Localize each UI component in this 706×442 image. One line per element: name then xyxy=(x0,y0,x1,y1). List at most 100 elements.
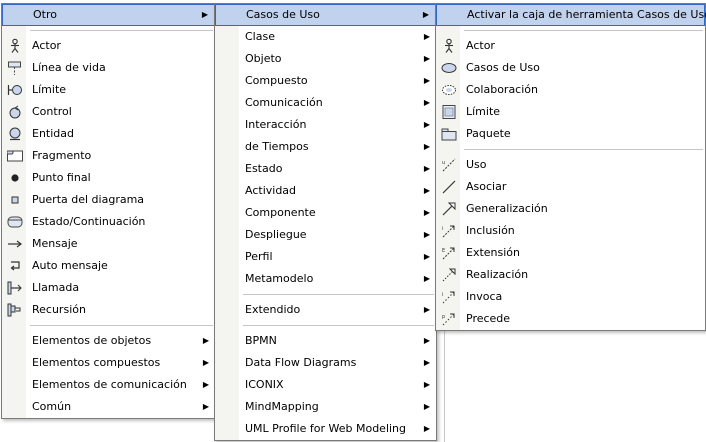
menu-item-linea-de-vida[interactable]: Línea de vida xyxy=(2,57,215,79)
menu-caja-herramienta: Activar la caja de herramienta Casos de … xyxy=(435,3,706,331)
menu-item-label: Casos de Uso xyxy=(246,8,320,21)
menu-item-label: Otro xyxy=(33,8,57,21)
menu-otro: Otro ▶ Actor Línea de vida Límite Control En… xyxy=(1,3,216,419)
menu-item-llamada[interactable]: Llamada xyxy=(2,277,215,299)
svg-text:i: i xyxy=(442,226,443,232)
menu-item-extendido[interactable]: Extendido ▶ xyxy=(215,299,436,321)
activate-toolbox-item[interactable]: Activar la caja de herramienta Casos de … xyxy=(436,4,706,26)
menu-item-puerta-del-diagrama[interactable]: Puerta del diagrama xyxy=(2,189,215,211)
submenu-arrow-icon: ▶ xyxy=(202,380,209,389)
menu-item-casos-de-uso[interactable]: Casos de Uso xyxy=(436,57,705,79)
menu-item-componente[interactable]: Componente ▶ xyxy=(215,202,436,224)
menu-item-label: Límite xyxy=(32,83,67,96)
entity-icon xyxy=(7,126,23,142)
menu-item-label: Recursión xyxy=(32,303,86,316)
menu-item-limite[interactable]: Límite xyxy=(436,101,705,123)
submenu-arrow-icon: ▶ xyxy=(423,336,430,345)
submenu-arrow-icon: ▶ xyxy=(423,358,430,367)
use-case-ellipse-icon xyxy=(441,60,457,76)
menu-item-label: Invoca xyxy=(466,290,503,303)
menu-item-label: Estado xyxy=(245,162,283,175)
menu-separator xyxy=(30,325,213,326)
menu-item-label: ICONIX xyxy=(245,378,284,391)
menu-item-paquete[interactable]: Paquete xyxy=(436,123,705,145)
submenu-arrow-icon: ▶ xyxy=(423,76,430,85)
menu-item-limite[interactable]: Límite xyxy=(2,79,215,101)
control-icon xyxy=(7,104,23,120)
submenu-arrow-icon: ▶ xyxy=(202,358,209,367)
menu-item-clase[interactable]: Clase ▶ xyxy=(215,26,436,48)
svg-text:p: p xyxy=(442,314,445,320)
menu-item-elementos-de-comunicacion[interactable]: Elementos de comunicación ▶ xyxy=(2,374,215,396)
menu-item-actividad[interactable]: Actividad ▶ xyxy=(215,180,436,202)
submenu-arrow-icon: ▶ xyxy=(423,186,430,195)
extend-arrow-icon: E xyxy=(441,245,457,261)
menu-item-mindmapping[interactable]: MindMapping ▶ xyxy=(215,396,436,418)
menu-item-label: Puerta del diagrama xyxy=(32,193,145,206)
menu-item-actor[interactable]: Actor xyxy=(436,35,705,57)
menu-item-mensaje[interactable]: Mensaje xyxy=(2,233,215,255)
menu-item-auto-mensaje[interactable]: Auto mensaje xyxy=(2,255,215,277)
menu-item-punto-final[interactable]: Punto final xyxy=(2,167,215,189)
menu-item-de-tiempos[interactable]: de Tiempos ▶ xyxy=(215,136,436,158)
menu-item-asociar[interactable]: Asociar xyxy=(436,176,705,198)
menu-item-generalizacion[interactable]: Generalización xyxy=(436,198,705,220)
collaboration-icon xyxy=(441,82,457,98)
menu-item-comunicacion[interactable]: Comunicación ▶ xyxy=(215,92,436,114)
submenu-arrow-icon: ▶ xyxy=(422,10,429,19)
menu-item-elementos-compuestos[interactable]: Elementos compuestos ▶ xyxy=(2,352,215,374)
menu-item-colaboracion[interactable]: Colaboración xyxy=(436,79,705,101)
menu-item-precede[interactable]: p Precede xyxy=(436,308,705,330)
menu-item-recursion[interactable]: Recursión xyxy=(2,299,215,321)
self-message-icon xyxy=(7,258,23,274)
menu-item-elementos-de-objetos[interactable]: Elementos de objetos ▶ xyxy=(2,330,215,352)
menu-item-fragmento[interactable]: Fragmento xyxy=(2,145,215,167)
submenu-arrow-icon: ▶ xyxy=(423,120,430,129)
menu-item-label: Objeto xyxy=(245,52,282,65)
realization-arrow-icon xyxy=(441,267,457,283)
menu-item-label: Punto final xyxy=(32,171,91,184)
menu-item-label: Paquete xyxy=(466,127,511,140)
menu-item-casos-de-uso[interactable]: Casos de Uso ▶ xyxy=(215,4,436,26)
menu-item-label: Elementos compuestos xyxy=(32,356,161,369)
menu-item-label: Asociar xyxy=(466,180,507,193)
menu-item-estado-continuacion[interactable]: Estado/Continuación xyxy=(2,211,215,233)
menu-item-entidad[interactable]: Entidad xyxy=(2,123,215,145)
menu-item-metamodelo[interactable]: Metamodelo ▶ xyxy=(215,268,436,290)
submenu-arrow-icon: ▶ xyxy=(423,402,430,411)
menu-item-despliegue[interactable]: Despliegue ▶ xyxy=(215,224,436,246)
menu-item-label: Elementos de comunicación xyxy=(32,378,187,391)
menu-item-comun[interactable]: Común ▶ xyxy=(2,396,215,418)
generalization-arrow-icon xyxy=(441,201,457,217)
menu-item-label: de Tiempos xyxy=(245,140,309,153)
menu-item-uso[interactable]: u Uso xyxy=(436,154,705,176)
menu-item-label: Extendido xyxy=(245,303,301,316)
svg-text:u: u xyxy=(442,160,445,166)
menu-item-interaccion[interactable]: Interacción ▶ xyxy=(215,114,436,136)
menu-item-invoca[interactable]: i Invoca xyxy=(436,286,705,308)
menu-item-estado[interactable]: Estado ▶ xyxy=(215,158,436,180)
menu-item-label: Actor xyxy=(32,39,61,52)
submenu-arrow-icon: ▶ xyxy=(202,336,209,345)
menu-item-control[interactable]: Control xyxy=(2,101,215,123)
menu-item-extension[interactable]: E Extensión xyxy=(436,242,705,264)
menu-item-label: Estado/Continuación xyxy=(32,215,146,228)
submenu-arrow-icon: ▶ xyxy=(423,142,430,151)
menu-item-otro[interactable]: Otro ▶ xyxy=(2,4,215,26)
menu-item-iconix[interactable]: ICONIX ▶ xyxy=(215,374,436,396)
menu-item-bpmn[interactable]: BPMN ▶ xyxy=(215,330,436,352)
menu-item-data-flow-diagrams[interactable]: Data Flow Diagrams ▶ xyxy=(215,352,436,374)
submenu-arrow-icon: ▶ xyxy=(423,252,430,261)
menu-item-compuesto[interactable]: Compuesto ▶ xyxy=(215,70,436,92)
menu-item-actor[interactable]: Actor xyxy=(2,35,215,57)
menu-item-realizacion[interactable]: Realización xyxy=(436,264,705,286)
menu-item-inclusion[interactable]: i Inclusión xyxy=(436,220,705,242)
submenu-arrow-icon: ▶ xyxy=(423,230,430,239)
menu-item-objeto[interactable]: Objeto ▶ xyxy=(215,48,436,70)
submenu-arrow-icon: ▶ xyxy=(423,54,430,63)
menu-item-uml-profile-for-web-modeling[interactable]: UML Profile for Web Modeling ▶ xyxy=(215,418,436,440)
boundary-box-icon xyxy=(441,104,457,120)
menu-item-label: Colaboración xyxy=(466,83,538,96)
svg-text:i: i xyxy=(442,292,443,298)
menu-item-perfil[interactable]: Perfil ▶ xyxy=(215,246,436,268)
